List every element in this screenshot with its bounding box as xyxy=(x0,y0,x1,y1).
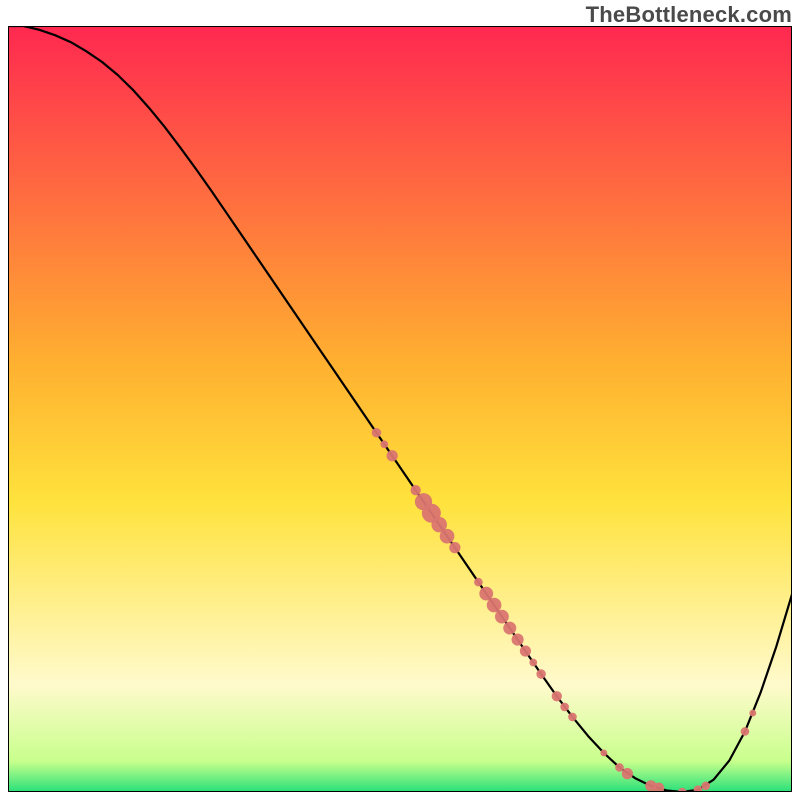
gradient-background xyxy=(8,26,792,792)
data-marker xyxy=(568,713,577,722)
data-marker xyxy=(600,749,607,756)
data-marker xyxy=(741,727,750,736)
data-marker xyxy=(552,691,562,701)
chart-svg xyxy=(8,26,792,792)
data-marker xyxy=(380,440,388,448)
data-marker xyxy=(560,703,569,712)
data-marker xyxy=(749,710,756,717)
data-marker xyxy=(701,782,710,791)
data-marker xyxy=(387,450,398,461)
data-marker xyxy=(487,598,502,613)
data-marker xyxy=(512,634,524,646)
data-marker xyxy=(449,542,460,553)
data-marker xyxy=(529,659,537,667)
data-marker xyxy=(520,645,531,656)
data-marker xyxy=(495,610,509,624)
data-marker xyxy=(622,768,633,779)
data-marker xyxy=(440,529,455,544)
data-marker xyxy=(474,578,483,587)
data-marker xyxy=(615,763,624,772)
data-marker xyxy=(503,622,516,635)
bottleneck-chart xyxy=(8,26,792,792)
watermark-label: TheBottleneck.com xyxy=(586,2,792,28)
data-marker xyxy=(536,669,545,678)
data-marker xyxy=(372,428,381,437)
data-marker xyxy=(411,485,421,495)
